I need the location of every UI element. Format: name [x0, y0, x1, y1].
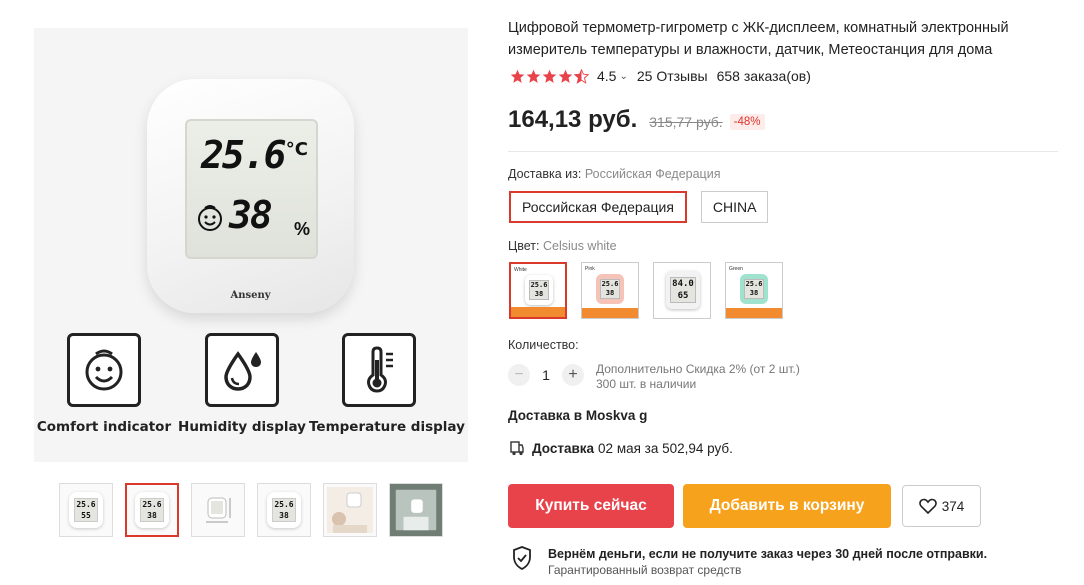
lifestyle-photo-image: [390, 484, 442, 536]
star-icon: [542, 69, 557, 83]
delivery-destination[interactable]: Доставка в Moskva g: [508, 408, 647, 423]
smiley-face-icon: [85, 349, 123, 391]
quantity-increase-button[interactable]: +: [562, 364, 584, 386]
swatch-tag: Pink: [585, 266, 595, 272]
quantity-info: Дополнительно Скидка 2% (от 2 шт.) 300 ш…: [596, 362, 800, 392]
swatch-lcd-line: 25.6: [601, 280, 619, 288]
color-selected-value: Celsius white: [542, 239, 617, 253]
star-icon: [558, 69, 573, 83]
feature-label: Comfort indicator: [36, 419, 172, 435]
thumbnail-5[interactable]: [323, 483, 377, 537]
feature-temperature: Temperature display: [309, 333, 465, 435]
feature-humidity: Humidity display: [172, 333, 312, 435]
swatch-lcd-line: 65: [677, 291, 689, 301]
old-price: 315,77 руб.: [649, 114, 723, 130]
buy-now-button[interactable]: Купить сейчас: [508, 484, 674, 528]
thumb-lcd-line: 38: [147, 511, 157, 520]
star-icon: [526, 69, 541, 83]
delivery-label: Доставка: [532, 440, 595, 456]
guarantee-subtitle[interactable]: Гарантированный возврат средств: [548, 562, 987, 578]
reviews-link[interactable]: 25 Отзывы: [637, 68, 708, 84]
swatch-tag: White: [514, 267, 527, 273]
lcd-temperature-unit: °C: [285, 139, 308, 160]
thumb-lcd-line: 25.6: [142, 500, 162, 509]
color-swatch-green[interactable]: Green 25.6 38: [725, 262, 783, 319]
shipping-option-china[interactable]: CHINA: [700, 191, 769, 223]
buyer-protection: Вернём деньги, если не получите заказ че…: [512, 546, 987, 578]
star-icon: [510, 69, 525, 83]
swatch-lcd-line: 38: [534, 290, 544, 298]
lcd-humidity: 38: [229, 193, 273, 237]
wishlist-count: 374: [941, 498, 965, 514]
current-price: 164,13 руб.: [508, 106, 638, 133]
swatch-lcd-line: 25.6: [745, 280, 763, 288]
lcd-screen: 25.6 °C 38 %: [185, 119, 318, 259]
thumb-lcd-line: 25.6: [76, 500, 96, 509]
lcd-temperature: 25.6: [201, 133, 287, 177]
color-swatch-white[interactable]: White 25.6 38: [509, 262, 567, 319]
thumb-lcd-line: 55: [81, 511, 91, 520]
price-row: 164,13 руб. 315,77 руб. -48%: [508, 106, 765, 134]
rating-row: 4.5 ⌄ 25 Отзывы 658 заказа(ов): [510, 66, 811, 86]
shipping-label: Доставка из: Российская Федерация: [508, 167, 720, 181]
rating-stars: [510, 68, 589, 84]
product-dimensions-image: [206, 497, 231, 523]
lcd-humidity-unit: %: [293, 219, 310, 239]
wishlist-button[interactable]: 374: [902, 485, 981, 527]
half-star-icon: [574, 68, 589, 84]
thumbnail-6[interactable]: [389, 483, 443, 537]
delivery-info: Доставка 02 мая за 502,94 руб.: [510, 440, 733, 456]
quantity-value[interactable]: 1: [530, 367, 562, 383]
thumbnail-1[interactable]: 25.6 55: [59, 483, 113, 537]
smiley-face-icon: [198, 205, 222, 231]
thumb-lcd-line: 25.6: [274, 500, 294, 509]
product-title: Цифровой термометр-гигрометр с ЖК-диспле…: [508, 20, 1009, 58]
thermometer-device-image: 25.6 °C 38 % Anseny: [147, 79, 354, 313]
thermometer-icon: [367, 346, 393, 393]
truck-icon: [510, 441, 524, 456]
swatch-lcd-line: 84.0: [672, 279, 694, 289]
thumbnail-4[interactable]: 25.6 38: [257, 483, 311, 537]
heart-icon: [918, 498, 937, 514]
quantity-label: Количество:: [508, 338, 579, 352]
feature-comfort: Comfort indicator: [34, 333, 174, 435]
quantity-decrease-button[interactable]: −: [508, 364, 530, 386]
delivery-detail: 02 мая за 502,94 руб.: [598, 440, 733, 456]
swatch-lcd-line: 38: [749, 289, 759, 297]
orders-count: 658 заказа(ов): [716, 68, 811, 84]
shipping-option-russia[interactable]: Российская Федерация: [509, 191, 687, 223]
rating-value[interactable]: 4.5: [597, 68, 616, 84]
shipping-label-text: Доставка из:: [508, 167, 582, 181]
stock-text: 300 шт. в наличии: [596, 377, 697, 391]
color-label-text: Цвет:: [508, 239, 540, 253]
thumb-lcd-line: 38: [279, 511, 289, 520]
divider: [508, 151, 1058, 152]
color-swatches: White 25.6 38 Pink 25.6 38 84.0 65 Green 25…: [509, 262, 783, 319]
shipping-options: Российская Федерация CHINA: [509, 191, 769, 223]
feature-label: Humidity display: [178, 419, 306, 435]
swatch-tag: Green: [729, 266, 743, 272]
bulk-discount-text: Дополнительно Скидка 2% (от 2 шт.): [596, 362, 800, 376]
thumbnail-3[interactable]: [191, 483, 245, 537]
shipping-selected-value: Российская Федерация: [584, 167, 721, 181]
color-swatch-pink[interactable]: Pink 25.6 38: [581, 262, 639, 319]
main-product-image[interactable]: 25.6 °C 38 % Anseny Comfort indicator Hu…: [34, 28, 468, 462]
add-to-cart-button[interactable]: Добавить в корзину: [683, 484, 891, 528]
feature-icons: Comfort indicator Humidity display Tempe…: [34, 333, 468, 443]
swatch-lcd-line: 25.6: [530, 281, 548, 289]
shield-check-icon: [513, 546, 531, 570]
chevron-down-icon[interactable]: ⌄: [619, 71, 627, 82]
water-drop-icon: [224, 351, 261, 391]
discount-badge: -48%: [729, 114, 765, 130]
swatch-lcd-line: 38: [605, 289, 615, 297]
color-label: Цвет: Celsius white: [508, 239, 617, 253]
thumbnail-gallery: 25.6 55 25.6 38 25.6 38: [59, 483, 445, 537]
color-swatch-fahrenheit[interactable]: 84.0 65: [653, 262, 711, 319]
quantity-stepper: − 1 +: [508, 364, 584, 386]
thumbnail-2[interactable]: 25.6 38: [125, 483, 179, 537]
guarantee-title: Вернём деньги, если не получите заказ че…: [548, 547, 988, 561]
feature-label: Temperature display: [309, 419, 465, 435]
room-scene-image: [327, 487, 373, 533]
brand-logo: Anseny: [230, 290, 271, 301]
